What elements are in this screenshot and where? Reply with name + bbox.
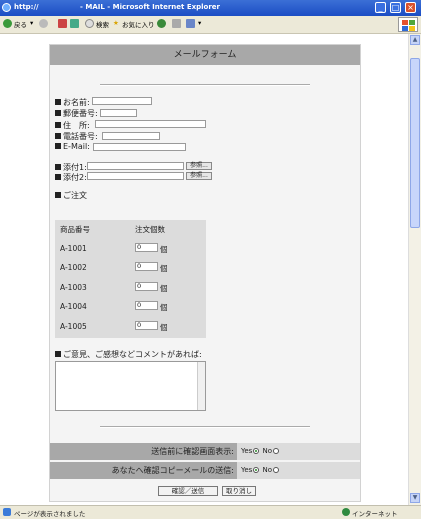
order-row-code: A-1002 [60, 263, 87, 272]
copy-yes-label: Yes [241, 466, 253, 474]
zip-label: 郵便番号: [55, 108, 98, 119]
comment-scrollbar[interactable] [197, 362, 205, 410]
order-row-code: A-1005 [60, 322, 87, 331]
order-unit: 個 [160, 303, 168, 312]
confirm-yes-radio[interactable] [253, 448, 260, 454]
print-dropdown-icon[interactable]: ▾ [198, 19, 201, 27]
order-qty-input[interactable]: 0 [135, 282, 158, 291]
zone-text: インターネット [352, 510, 398, 518]
close-button[interactable]: × [405, 2, 416, 13]
order-unit: 個 [160, 245, 168, 254]
order-row-code: A-1004 [60, 302, 87, 311]
scroll-thumb[interactable] [410, 58, 420, 228]
order-unit: 個 [160, 284, 168, 293]
divider-top [100, 84, 310, 86]
email-label: E-Mail: [55, 142, 90, 151]
attachment2-browse-button[interactable]: 参照... [186, 172, 212, 180]
copy-yes-radio[interactable] [253, 467, 260, 473]
scroll-up-arrow[interactable]: ▲ [410, 35, 420, 45]
back-arrow-icon[interactable] [3, 19, 12, 28]
status-text: ページが表示されました [14, 510, 86, 518]
order-qty-input[interactable]: 0 [135, 243, 158, 252]
print-icon[interactable] [186, 19, 195, 28]
attachment2-label: 添付2: [55, 172, 87, 183]
confirm-options: Yes No [237, 443, 360, 460]
mail-form: メールフォーム お名前: 郵便番号: 住 所: 電話番号: E-Mail: 添付… [49, 44, 361, 502]
refresh-icon[interactable] [70, 19, 79, 28]
order-row-code: A-1003 [60, 283, 87, 292]
mail-icon[interactable] [172, 19, 181, 28]
page-icon [3, 508, 11, 516]
attachment2-input[interactable] [87, 172, 184, 180]
address-input[interactable] [95, 120, 206, 128]
window-title: http:// - MAIL - Microsoft Internet Expl… [14, 3, 220, 11]
divider-bottom [100, 426, 310, 428]
browser-toolbar: 戻る ▾ 検索 ★ お気に入り ▾ [0, 16, 421, 34]
confirm-row: 送信前に確認画面表示: Yes No [50, 443, 360, 460]
maximize-button[interactable]: □ [390, 2, 401, 13]
copy-no-label: No [262, 466, 273, 474]
copy-options: Yes No [237, 462, 360, 479]
windows-logo-icon [398, 17, 418, 32]
order-header-code: 商品番号 [60, 225, 90, 234]
order-label: ご注文 [55, 190, 87, 201]
phone-label: 電話番号: [55, 131, 98, 142]
stop-icon[interactable] [58, 19, 67, 28]
comment-textarea[interactable] [55, 361, 206, 411]
media-icon[interactable] [157, 19, 166, 28]
attachment1-input[interactable] [87, 162, 184, 170]
order-qty-input[interactable]: 0 [135, 321, 158, 330]
confirm-label: 送信前に確認画面表示: [151, 447, 234, 456]
title-bar: http:// - MAIL - Microsoft Internet Expl… [0, 0, 421, 16]
confirm-no-label: No [262, 447, 273, 455]
name-input[interactable] [92, 97, 152, 105]
favorites-star-icon[interactable]: ★ [113, 19, 119, 27]
comment-label: ご意見、ご感想などコメントがあれば: [55, 349, 202, 360]
order-qty-input[interactable]: 0 [135, 301, 158, 310]
name-label: お名前: [55, 97, 90, 108]
address-label: 住 所: [55, 120, 90, 131]
order-unit: 個 [160, 323, 168, 332]
page-viewport: メールフォーム お名前: 郵便番号: 住 所: 電話番号: E-Mail: 添付… [0, 34, 408, 505]
status-bar: ページが表示されました インターネット [0, 505, 421, 519]
form-title: メールフォーム [50, 45, 360, 65]
order-qty-input[interactable]: 0 [135, 262, 158, 271]
forward-arrow-icon[interactable] [39, 19, 48, 28]
email-input[interactable] [93, 143, 186, 151]
phone-input[interactable] [102, 132, 160, 140]
search-button[interactable]: 検索 [96, 19, 109, 29]
favorites-button[interactable]: お気に入り [122, 19, 155, 29]
zip-input[interactable] [100, 109, 137, 117]
ie-icon [2, 3, 11, 12]
minimize-button[interactable]: _ [375, 2, 386, 13]
page-scrollbar[interactable]: ▲ ▼ [408, 34, 421, 505]
copy-label: あなたへ確認コピーメールの送信: [111, 466, 234, 475]
back-dropdown-icon[interactable]: ▾ [30, 19, 33, 27]
order-table: 商品番号 注文個数 A-1001 0 個 A-1002 0 個 A-1003 0… [55, 220, 206, 338]
internet-zone-icon [342, 508, 350, 516]
submit-button[interactable]: 確認／送信 [158, 486, 218, 496]
copy-no-radio[interactable] [273, 467, 280, 473]
attachment1-browse-button[interactable]: 参照... [186, 162, 212, 170]
order-unit: 個 [160, 264, 168, 273]
back-button[interactable]: 戻る [14, 19, 27, 29]
copy-row: あなたへ確認コピーメールの送信: Yes No [50, 462, 360, 479]
confirm-yes-label: Yes [241, 447, 253, 455]
order-header-qty: 注文個数 [135, 225, 165, 234]
scroll-down-arrow[interactable]: ▼ [410, 493, 420, 503]
search-icon[interactable] [85, 19, 94, 28]
reset-button[interactable]: 取り消し [222, 486, 256, 496]
confirm-no-radio[interactable] [273, 448, 280, 454]
order-row-code: A-1001 [60, 244, 87, 253]
